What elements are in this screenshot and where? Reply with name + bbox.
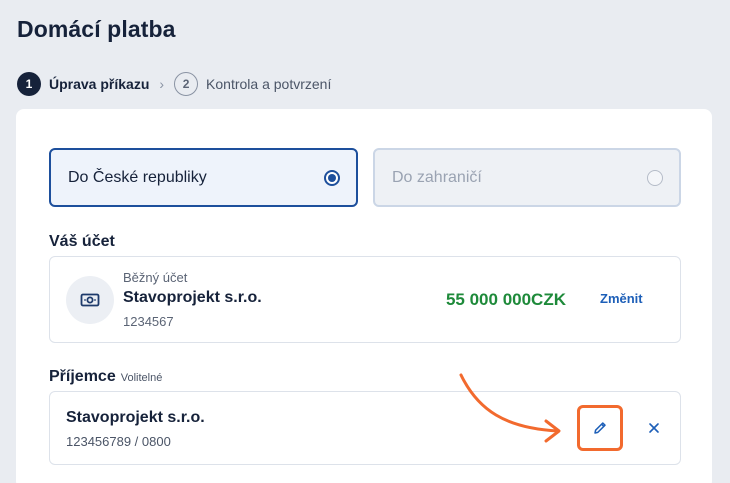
step-1-number: 1 [17,72,41,96]
account-card: Běžný účet Stavoprojekt s.r.o. 1234567 5… [49,256,681,343]
account-type: Běžný účet [123,270,188,285]
destination-option-domestic[interactable]: Do České republiky [49,148,358,207]
recipient-account: 123456789 / 0800 [66,434,171,449]
recipient-section-label: Příjemce Volitelné [49,368,162,386]
account-name: Stavoprojekt s.r.o. [123,289,262,306]
payment-form-card: Do České republiky Do zahraničí Váš účet… [16,109,712,483]
account-balance: 55 000 000CZK [445,290,566,309]
change-account-button[interactable]: Změnit [600,291,643,306]
page-title: Domácí platba [17,16,176,42]
step-1-label: Úprava příkazu [49,76,150,92]
radio-selected-icon[interactable] [324,169,340,186]
pencil-icon [594,422,606,434]
account-number: 1234567 [123,314,174,329]
payment-page: Domácí platba 1 Úprava příkazu › 2 Kontr… [0,0,730,483]
step-2-label: Kontrola a potvrzení [206,76,332,92]
chevron-right-icon: › [159,76,165,92]
radio-unselected-icon[interactable] [647,169,663,186]
account-section-label: Váš účet [49,233,115,250]
banknote-icon [66,276,114,324]
recipient-name: Stavoprojekt s.r.o. [66,409,205,426]
destination-option-domestic-label: Do České republiky [68,168,207,186]
edit-recipient-button[interactable] [577,405,623,451]
optional-hint: Volitelné [120,372,163,384]
destination-option-abroad[interactable]: Do zahraničí [373,148,681,207]
stepper: 1 Úprava příkazu › 2 Kontrola a potvrzen… [17,72,331,96]
recipient-card: Stavoprojekt s.r.o. 123456789 / 0800 [49,391,681,465]
remove-recipient-button[interactable] [645,419,663,437]
destination-option-abroad-label: Do zahraničí [392,168,482,186]
recipient-section-title: Příjemce [49,368,116,385]
close-icon [649,423,659,433]
step-2-number: 2 [174,72,199,96]
